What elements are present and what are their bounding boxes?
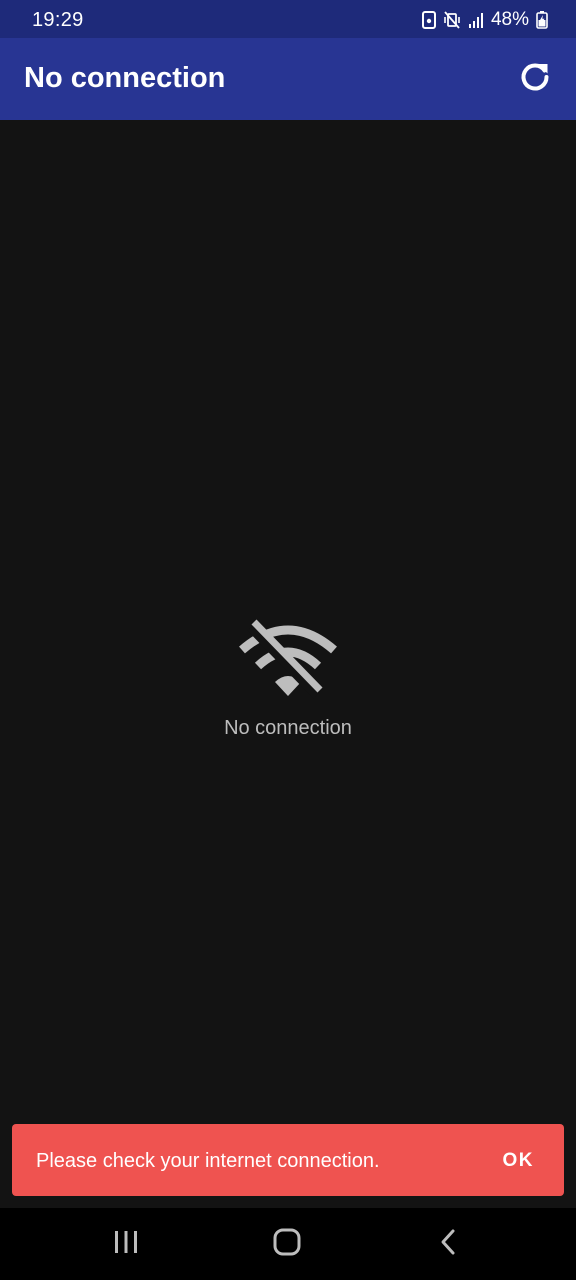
page-title: No connection — [24, 62, 226, 94]
content-area: No connection — [0, 120, 576, 1208]
battery-icon — [536, 11, 548, 29]
empty-state-message: No connection — [224, 717, 352, 739]
recents-button[interactable] — [106, 1224, 146, 1264]
empty-state: No connection — [0, 618, 576, 740]
home-icon — [272, 1227, 302, 1262]
recents-icon — [112, 1229, 140, 1260]
back-button[interactable] — [428, 1224, 468, 1264]
snackbar: Please check your internet connection. O… — [12, 1124, 564, 1196]
home-button[interactable] — [267, 1224, 307, 1264]
vibrate-mute-icon — [443, 11, 461, 29]
refresh-button[interactable] — [508, 52, 562, 106]
back-icon — [437, 1228, 459, 1261]
snackbar-ok-button[interactable]: OK — [503, 1150, 535, 1172]
lock-icon — [421, 11, 436, 29]
status-icons: 48% — [421, 8, 548, 32]
status-time: 19:29 — [32, 9, 84, 31]
app-bar: No connection — [0, 38, 576, 120]
navigation-bar — [0, 1208, 576, 1280]
battery-percent: 48% — [490, 9, 529, 30]
snackbar-message: Please check your internet connection. — [36, 1150, 380, 1172]
status-bar: 19:29 48% — [0, 0, 576, 38]
refresh-icon — [518, 60, 552, 99]
signal-icon — [468, 11, 484, 29]
wifi-off-icon — [238, 618, 338, 705]
